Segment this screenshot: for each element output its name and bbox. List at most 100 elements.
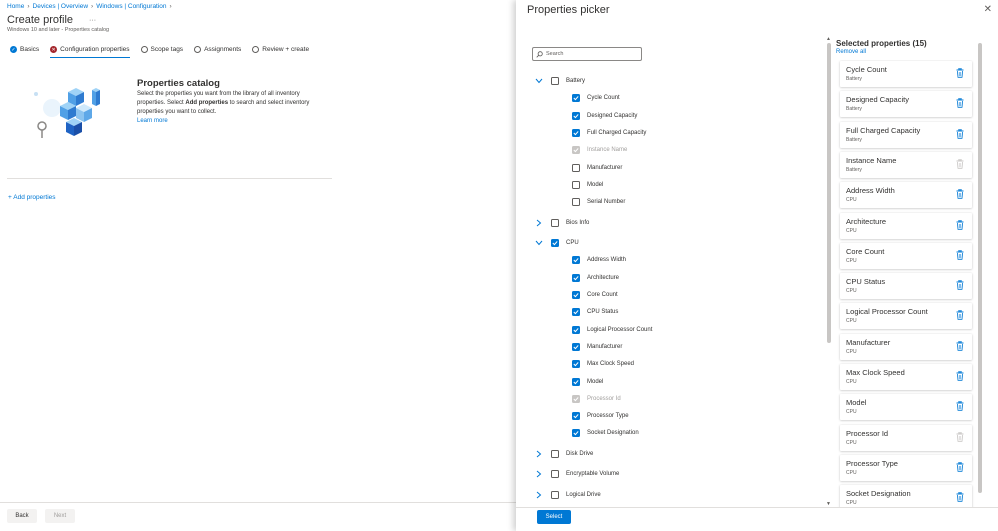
back-button[interactable]: Back <box>7 509 37 523</box>
tree-item-row[interactable]: Processor Type <box>572 409 629 423</box>
delete-icon[interactable] <box>956 370 964 381</box>
checkbox[interactable] <box>551 470 559 479</box>
checkbox[interactable] <box>572 111 580 120</box>
add-properties-link[interactable]: + Add properties <box>8 194 56 201</box>
tree-item-row[interactable]: Processor Id <box>572 392 621 406</box>
delete-icon[interactable] <box>956 340 964 351</box>
checkbox[interactable] <box>572 94 580 103</box>
checkbox[interactable] <box>572 180 580 189</box>
tree-item-label: Logical Processor Count <box>587 326 653 333</box>
tree-item-row[interactable]: Model <box>572 375 603 389</box>
chevron-right-icon[interactable] <box>534 449 544 459</box>
delete-icon[interactable] <box>956 401 964 412</box>
checkbox[interactable] <box>572 308 580 317</box>
delete-icon[interactable] <box>956 461 964 472</box>
delete-icon[interactable] <box>956 67 964 78</box>
tree-item-label: CPU <box>566 240 579 247</box>
checkbox[interactable] <box>572 291 580 299</box>
next-button[interactable]: Next <box>45 509 75 523</box>
checkbox[interactable] <box>572 198 580 207</box>
checkbox[interactable] <box>572 325 580 334</box>
selected-property-card: Full Charged Capacity Battery <box>840 121 972 148</box>
checkbox[interactable] <box>572 377 580 386</box>
tree-item-row[interactable]: Model <box>572 178 603 192</box>
tree-group-row[interactable]: CPU <box>534 236 579 250</box>
select-button[interactable]: Select <box>537 510 571 524</box>
checkbox[interactable] <box>572 412 580 421</box>
checkbox[interactable] <box>572 360 580 369</box>
checkbox[interactable] <box>572 163 580 172</box>
checkbox[interactable] <box>572 342 580 351</box>
catalog-illustration-icon <box>34 88 100 138</box>
remove-all-link[interactable]: Remove all <box>836 49 866 55</box>
chevron-right-icon[interactable] <box>534 218 544 228</box>
delete-icon[interactable] <box>956 219 964 230</box>
delete-icon[interactable] <box>956 98 964 109</box>
tree-scrollbar[interactable]: ▲ ▼ <box>826 36 831 507</box>
checkmark-icon <box>573 258 579 263</box>
selected-property-card: Logical Processor Count CPU <box>840 303 972 330</box>
selected-property-category: Battery <box>846 106 862 113</box>
breadcrumb-devices[interactable]: Devices | Overview <box>33 3 89 10</box>
checkmark-icon <box>573 130 579 136</box>
scrollbar-thumb[interactable] <box>978 43 982 493</box>
delete-icon[interactable] <box>956 128 964 139</box>
chevron-right-icon[interactable] <box>534 490 544 500</box>
delete-icon[interactable] <box>956 280 964 290</box>
tree-item-row[interactable]: Socket Designation <box>572 426 639 440</box>
learn-more-link[interactable]: Learn more <box>137 118 168 124</box>
tree-item-row[interactable]: Designed Capacity <box>572 109 637 123</box>
tree-item-row[interactable]: Max Clock Speed <box>572 357 634 371</box>
scrollbar-thumb[interactable] <box>827 43 831 343</box>
tree-group-row[interactable]: Logical Drive <box>534 488 601 502</box>
tree-item-label: Address Width <box>587 257 627 264</box>
checkbox[interactable] <box>551 239 559 248</box>
breadcrumb-windows[interactable]: Windows | Configuration <box>96 3 166 10</box>
tree-item-row[interactable]: Address Width <box>572 253 626 267</box>
chevron-down-icon[interactable] <box>534 238 544 248</box>
chevron-right-icon[interactable] <box>534 469 544 479</box>
step-basics[interactable]: ✓ Basics <box>10 46 39 57</box>
selected-property-name: Cycle Count <box>846 65 887 74</box>
close-icon[interactable]: ✕ <box>984 4 992 15</box>
tree-item-row[interactable]: Logical Processor Count <box>572 323 652 337</box>
checkbox[interactable] <box>551 218 559 227</box>
delete-icon[interactable] <box>956 492 964 502</box>
tree-item-row[interactable]: Manufacturer <box>572 161 622 175</box>
checkbox[interactable] <box>572 429 580 438</box>
selected-property-category: CPU <box>846 257 857 264</box>
tree-item-label: Battery <box>566 78 586 84</box>
chevron-down-icon[interactable] <box>534 76 544 86</box>
breadcrumb-home[interactable]: Home <box>7 3 24 10</box>
delete-icon[interactable] <box>956 310 964 321</box>
tree-item-row[interactable]: CPU Status <box>572 305 618 319</box>
step-assignments[interactable]: Assignments <box>194 46 241 57</box>
tree-group-row[interactable]: Disk Drive <box>534 447 593 461</box>
checkbox[interactable] <box>551 490 559 499</box>
step-configuration-properties[interactable]: ✕ Configuration properties <box>50 46 130 58</box>
selected-scrollbar[interactable] <box>978 43 982 507</box>
tree-group-row[interactable]: Encryptable Volume <box>534 467 619 481</box>
tree-item-row[interactable]: Manufacturer <box>572 340 622 354</box>
checkbox[interactable] <box>572 128 580 137</box>
search-box[interactable] <box>532 47 642 61</box>
more-options-icon[interactable]: ··· <box>89 17 96 24</box>
delete-icon[interactable] <box>956 249 964 260</box>
checkbox[interactable] <box>551 449 559 458</box>
step-review-create[interactable]: Review + create <box>252 46 309 57</box>
tree-item-row[interactable]: Serial Number <box>572 195 625 209</box>
tree-item-row[interactable]: Core Count <box>572 288 618 302</box>
tree-group-row[interactable]: Bios Info <box>534 216 589 230</box>
scroll-up-icon[interactable]: ▲ <box>826 36 831 42</box>
tree-item-row[interactable]: Architecture <box>572 271 619 285</box>
tree-item-row[interactable]: Full Charged Capacity <box>572 126 646 140</box>
delete-icon[interactable] <box>956 189 964 199</box>
tree-item-row[interactable]: Cycle Count <box>572 91 620 105</box>
checkbox[interactable] <box>551 77 559 85</box>
search-input[interactable] <box>546 51 636 57</box>
tree-item-row[interactable]: Instance Name <box>572 143 627 157</box>
tree-group-row[interactable]: Battery <box>534 74 585 88</box>
checkbox[interactable] <box>572 256 580 265</box>
checkbox[interactable] <box>572 273 580 282</box>
step-scope-tags[interactable]: Scope tags <box>140 46 183 57</box>
